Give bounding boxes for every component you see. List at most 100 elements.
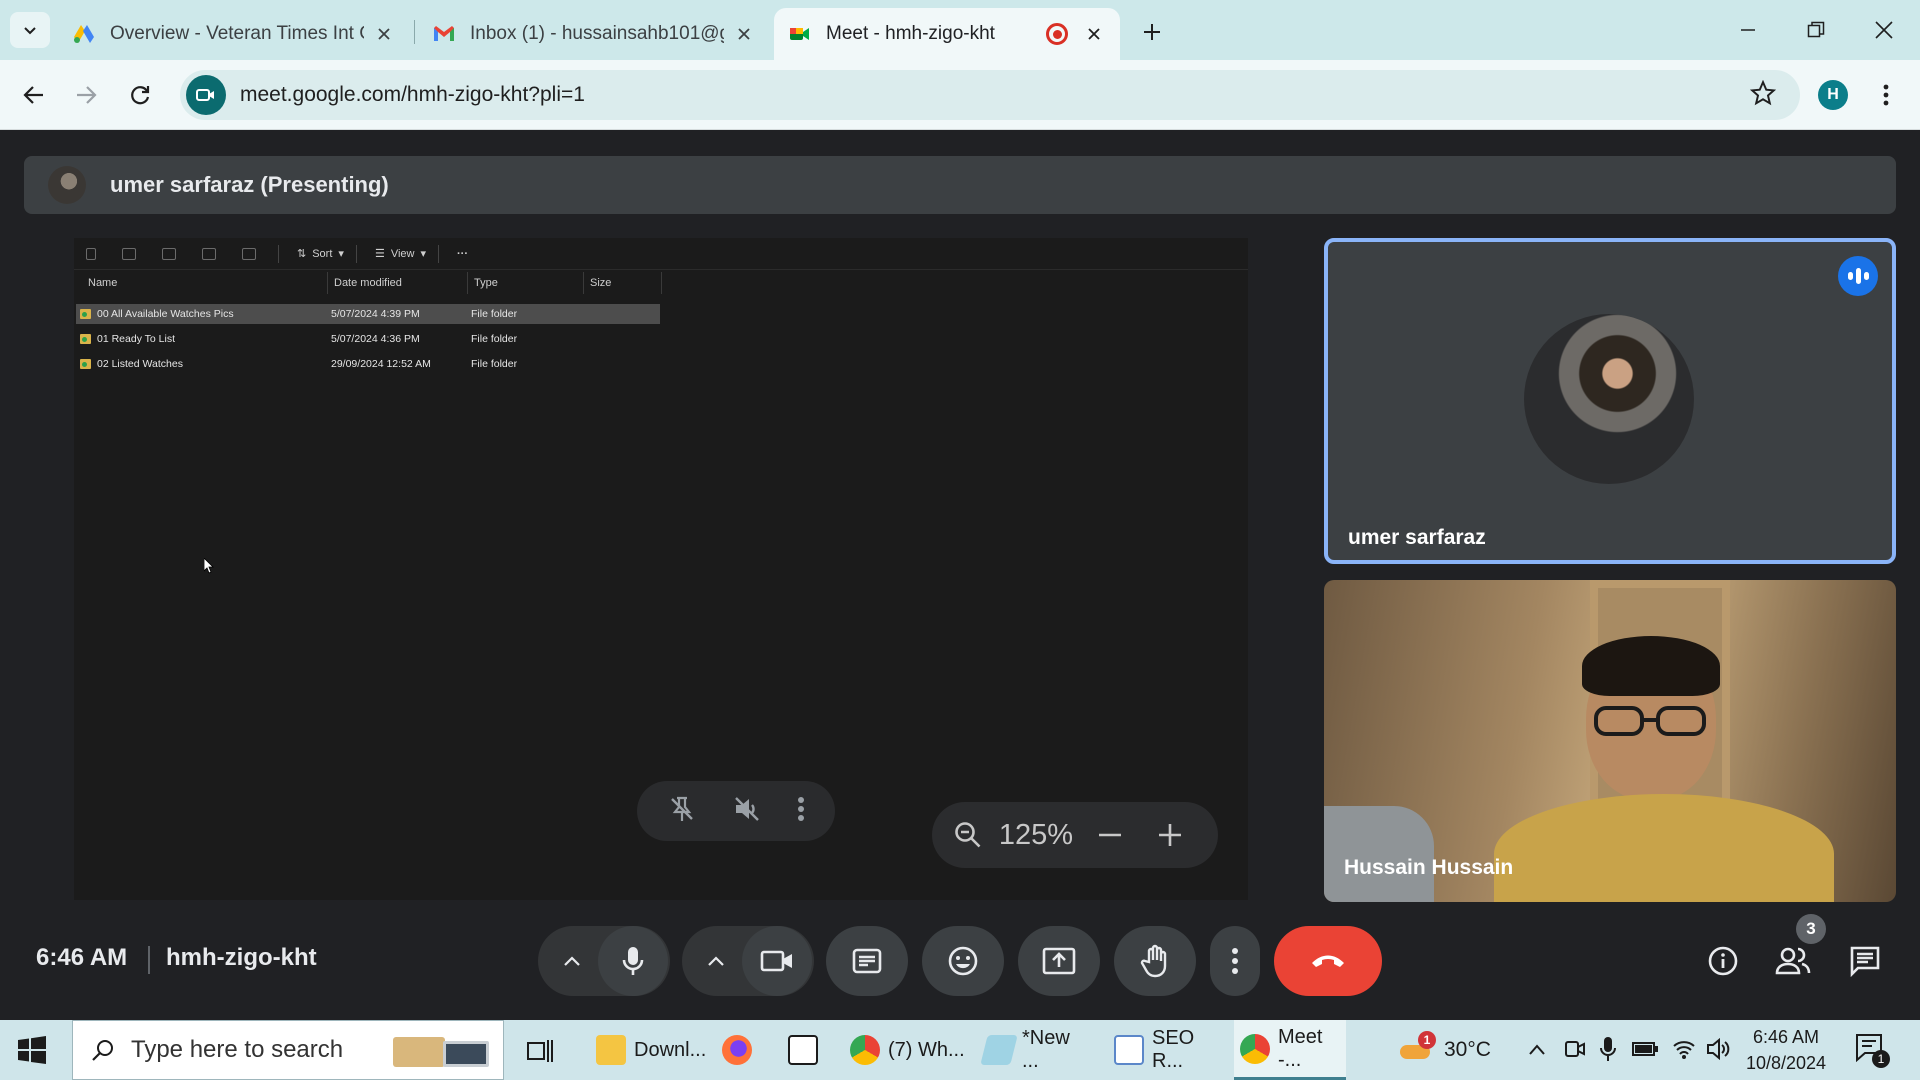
microphone-icon[interactable] <box>1600 1036 1616 1062</box>
notepad-icon <box>980 1035 1018 1065</box>
delete-icon <box>242 247 256 260</box>
chevron-down-icon <box>24 27 36 35</box>
system-clock[interactable]: 6:46 AM 10/8/2024 <box>1738 1024 1834 1076</box>
tab-strip: Overview - Veteran Times Int G Inbox (1)… <box>0 0 1920 60</box>
notification-center-button[interactable]: 1 <box>1854 1032 1890 1068</box>
meeting-time: 6:46 AM <box>36 944 128 971</box>
notification-count-badge: 1 <box>1872 1050 1890 1068</box>
task-view-icon[interactable] <box>526 1036 554 1064</box>
chevron-down-icon: ▾ <box>338 248 344 260</box>
taskbar-item-firefox[interactable] <box>722 1020 766 1080</box>
taskbar-search-box[interactable]: Type here to search <box>72 1020 504 1080</box>
reactions-button[interactable] <box>922 926 1004 996</box>
microphone-button[interactable] <box>598 926 668 996</box>
file-date: 5/07/2024 4:36 PM <box>331 333 420 345</box>
raise-hand-button[interactable] <box>1114 926 1196 996</box>
volume-icon[interactable] <box>1706 1038 1730 1060</box>
tab-meet[interactable]: Meet - hmh-zigo-kht <box>774 8 1120 60</box>
participant-video <box>1594 706 1706 736</box>
chevron-up-icon[interactable] <box>1528 1042 1546 1056</box>
reload-button[interactable] <box>120 75 160 115</box>
more-options-button[interactable] <box>797 796 805 827</box>
column-header-type: Type <box>468 272 584 294</box>
file-name: 01 Ready To List <box>97 333 176 345</box>
file-date: 29/09/2024 12:52 AM <box>331 358 431 370</box>
close-tab-icon[interactable] <box>372 22 396 46</box>
plus-icon <box>1159 824 1181 846</box>
taskbar-item-explorer[interactable]: Downl... <box>586 1020 706 1080</box>
meet-tray-icon[interactable] <box>1564 1038 1586 1060</box>
sort-icon: ⇅ <box>297 248 307 260</box>
video-settings-button[interactable] <box>684 926 748 996</box>
camera-button[interactable] <box>742 926 812 996</box>
taskbar-item-calendar[interactable] <box>788 1020 832 1080</box>
more-vert-icon <box>1232 948 1238 974</box>
clock-time: 6:46 AM <box>1752 1027 1820 1047</box>
battery-icon[interactable] <box>1632 1040 1658 1058</box>
toolbar-divider <box>438 244 439 263</box>
participant-name: umer sarfaraz <box>1348 526 1486 549</box>
zoom-out-button[interactable] <box>1086 811 1134 859</box>
taskbar-item-meet[interactable]: Meet -... <box>1234 1020 1346 1080</box>
tab-gmail[interactable]: Inbox (1) - hussainsahb101@gm <box>418 8 770 60</box>
minimize-button[interactable] <box>1726 10 1770 50</box>
restore-icon <box>1807 21 1825 38</box>
chrome-menu-icon[interactable] <box>1872 76 1900 114</box>
people-count-badge: 3 <box>1796 914 1826 944</box>
more-options-button[interactable] <box>1210 926 1260 996</box>
taskbar-item-label: *New ... <box>1022 1027 1070 1072</box>
divider <box>148 946 150 974</box>
meeting-details-button[interactable] <box>1702 940 1744 982</box>
tab-search-button[interactable] <box>10 12 50 48</box>
close-window-button[interactable] <box>1862 10 1906 50</box>
shared-screen[interactable]: ⇅ Sort ▾ ☰ View ▾ ··· Name Date modified Typ… <box>74 238 1248 900</box>
windows-start-icon[interactable] <box>18 1036 46 1064</box>
bookmark-star-icon[interactable] <box>1749 79 1777 111</box>
search-placeholder: Type here to search <box>131 1036 344 1063</box>
taskbar-item-label: Downl... <box>634 1038 707 1061</box>
captions-button[interactable] <box>826 926 908 996</box>
taskbar-item-chrome-whatsapp[interactable]: (7) Wh... <box>846 1020 970 1080</box>
tab-title: Overview - Veteran Times Int G <box>110 23 364 44</box>
zoom-in-button[interactable] <box>1146 811 1194 859</box>
plus-icon <box>1144 24 1160 40</box>
participant-tile[interactable]: Hussain Hussain <box>1324 580 1896 902</box>
meeting-code: hmh-zigo-kht <box>166 944 317 971</box>
chat-button[interactable] <box>1844 940 1886 982</box>
firefox-icon <box>722 1035 752 1065</box>
wifi-icon[interactable] <box>1672 1038 1696 1060</box>
back-button[interactable] <box>14 75 54 115</box>
column-header-size: Size <box>584 272 662 294</box>
profile-avatar[interactable]: H <box>1818 80 1848 110</box>
folder-icon <box>80 334 91 344</box>
new-tab-button[interactable] <box>1134 14 1170 50</box>
weather-widget[interactable]: 1 30°C <box>1398 1020 1491 1080</box>
close-tab-icon[interactable] <box>732 22 756 46</box>
chat-icon <box>1850 946 1880 977</box>
tab-google-ads[interactable]: Overview - Veteran Times Int G <box>58 8 410 60</box>
taskbar-item-notepad[interactable]: *New ... <box>980 1020 1090 1080</box>
calendar-app-icon <box>788 1035 818 1065</box>
share-icon <box>202 247 216 260</box>
address-bar[interactable]: meet.google.com/hmh-zigo-kht?pli=1 <box>180 70 1800 120</box>
people-button[interactable] <box>1772 940 1814 982</box>
presenting-label: umer sarfaraz (Presenting) <box>110 172 389 197</box>
zoom-search-button[interactable] <box>944 811 992 859</box>
present-to-all-icon <box>1042 947 1076 975</box>
present-screen-button[interactable] <box>1018 926 1100 996</box>
mute-tile-button[interactable] <box>732 794 762 829</box>
info-icon <box>1708 946 1738 976</box>
site-info-icon[interactable] <box>186 75 226 115</box>
close-tab-icon[interactable] <box>1082 22 1106 46</box>
unpin-button[interactable] <box>667 794 697 829</box>
restore-button[interactable] <box>1794 10 1838 50</box>
chrome-icon <box>1240 1033 1270 1064</box>
forward-button[interactable] <box>66 75 106 115</box>
camera-icon <box>760 950 792 972</box>
folder-icon <box>80 309 91 319</box>
leave-call-button[interactable] <box>1274 926 1382 996</box>
file-row: 00 All Available Watches Pics 5/07/2024 … <box>76 304 660 324</box>
participant-tile[interactable]: umer sarfaraz <box>1324 238 1896 564</box>
taskbar-item-seo[interactable]: SEO R... <box>1110 1020 1218 1080</box>
audio-settings-button[interactable] <box>540 926 604 996</box>
